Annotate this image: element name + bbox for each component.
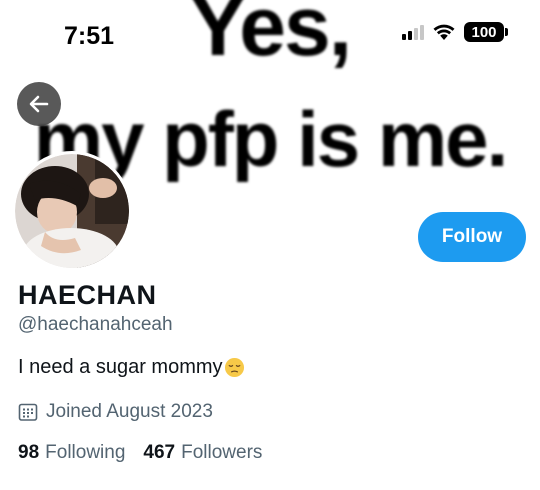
following-count: 98 bbox=[18, 442, 40, 463]
avatar[interactable] bbox=[12, 151, 132, 271]
followers-label: Followers bbox=[181, 442, 263, 463]
following-label: Following bbox=[45, 442, 126, 463]
arrow-left-icon bbox=[29, 95, 49, 113]
followers-count: 467 bbox=[143, 442, 176, 463]
profile-screen: Yes, my pfp is me. 7:51 100 Follow HAECH… bbox=[0, 0, 540, 490]
follow-stats: 98 Following 467 Followers bbox=[18, 442, 262, 464]
followers-stat[interactable]: 467 Followers bbox=[143, 442, 262, 464]
battery-icon: 100 bbox=[464, 22, 508, 42]
joined-text: Joined August 2023 bbox=[46, 401, 213, 422]
pensive-face-emoji-icon bbox=[224, 357, 244, 378]
profile-bio: I need a sugar mommy bbox=[18, 356, 245, 379]
status-icons: 100 bbox=[402, 22, 508, 42]
cellular-signal-icon bbox=[402, 24, 424, 40]
avatar-photo bbox=[15, 154, 129, 268]
following-stat[interactable]: 98 Following bbox=[18, 442, 125, 464]
bio-text: I need a sugar mommy bbox=[18, 356, 223, 378]
follow-button[interactable]: Follow bbox=[418, 212, 526, 262]
joined-date: Joined August 2023 bbox=[18, 401, 213, 423]
user-handle: @haechanahceah bbox=[18, 314, 173, 335]
battery-level: 100 bbox=[471, 23, 497, 41]
wifi-icon bbox=[433, 24, 455, 40]
back-button[interactable] bbox=[17, 82, 61, 126]
status-time: 7:51 bbox=[64, 22, 115, 50]
calendar-icon bbox=[18, 403, 38, 421]
display-name: HAECHAN bbox=[18, 280, 157, 310]
